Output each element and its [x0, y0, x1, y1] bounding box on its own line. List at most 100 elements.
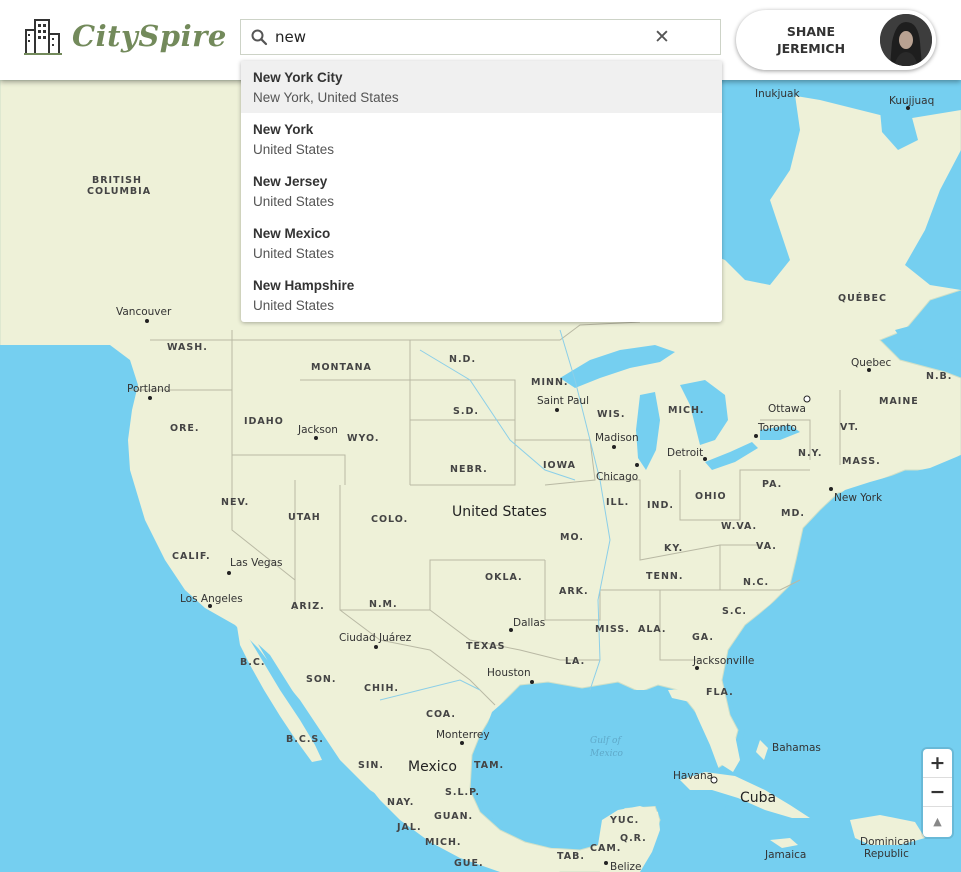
map-label-british-columbia-2: COLUMBIA: [87, 186, 151, 197]
map-label-vancouver: Vancouver: [116, 306, 172, 318]
map-label-bahamas: Bahamas: [772, 742, 821, 754]
suggestion-item[interactable]: New Hampshire United States: [241, 269, 722, 321]
map-label-monterrey: Monterrey: [436, 729, 490, 741]
app-name: CitySpire: [72, 19, 227, 53]
map-label-md: MD.: [781, 508, 805, 519]
suggestion-name: New Hampshire: [253, 278, 355, 293]
city-dot-saint-paul: [555, 408, 559, 412]
map-label-ky: KY.: [664, 543, 683, 554]
map-label-quebec-city: Quebec: [851, 357, 892, 369]
map-label-los-angeles: Los Angeles: [180, 593, 243, 605]
city-dot-portland: [148, 396, 152, 400]
map-label-il: ILL.: [606, 497, 629, 508]
city-dot-madison: [612, 445, 616, 449]
compass-button[interactable]: ▲: [923, 807, 952, 836]
city-dot-jackson: [314, 436, 318, 440]
suggestion-name: New York City: [253, 70, 343, 85]
map-label-wv: W.VA.: [721, 521, 757, 532]
city-dot-new-york: [829, 487, 833, 491]
map-label-gue: GUE.: [454, 858, 484, 869]
map-label-pa: PA.: [762, 479, 782, 490]
map-label-vt: VT.: [840, 422, 859, 433]
map-label-nv: NEV.: [221, 497, 249, 508]
map-label-id: IDAHO: [244, 416, 284, 427]
map-label-ms: MISS.: [595, 624, 630, 635]
user-profile-button[interactable]: SHANE JEREMICH: [736, 10, 936, 70]
map-label-quebec: QUÉBEC: [838, 292, 887, 304]
search-input[interactable]: [275, 26, 665, 48]
map-label-bc-mx: B.C.: [240, 657, 265, 668]
map-label-mich: MICH.: [425, 837, 462, 848]
map-label-dominican-2: Republic: [864, 848, 909, 860]
map-label-cam: CAM.: [590, 843, 621, 854]
map-label-ma: MASS.: [842, 456, 881, 467]
map-label-son: SON.: [306, 674, 336, 685]
map-label-portland: Portland: [127, 383, 171, 395]
map-label-cuba: Cuba: [740, 790, 776, 806]
map-label-al: ALA.: [638, 624, 667, 635]
map-label-qr: Q.R.: [620, 833, 647, 844]
map-label-gulf-2: Mexico: [589, 749, 624, 759]
map-label-british-columbia-1: BRITISH: [92, 175, 142, 186]
map-label-chih: CHIH.: [364, 683, 399, 694]
map-label-ciudad-juarez: Ciudad Juárez: [339, 632, 412, 644]
map-label-nay: NAY.: [387, 797, 414, 808]
city-dot-ottawa: [803, 395, 811, 403]
suggestion-subtitle: United States: [253, 246, 335, 261]
city-dot-detroit: [703, 457, 707, 461]
map-label-wy: WYO.: [347, 433, 380, 444]
map-label-wa: WASH.: [167, 342, 208, 353]
map-label-jacksonville: Jacksonville: [692, 655, 754, 667]
city-dot-vancouver: [145, 319, 149, 323]
avatar[interactable]: [880, 14, 932, 66]
map-label-jal: JAL.: [396, 822, 422, 833]
map-label-madison: Madison: [595, 432, 639, 444]
suggestion-name: New Jersey: [253, 174, 328, 189]
map-label-mo: MO.: [560, 532, 584, 543]
map-label-nc: N.C.: [743, 577, 769, 588]
map-label-chicago: Chicago: [596, 471, 638, 483]
suggestion-name: New York: [253, 122, 314, 137]
app-logo[interactable]: CitySpire: [24, 16, 227, 56]
map-label-nd: N.D.: [449, 354, 476, 365]
map-label-mi: MICH.: [668, 405, 705, 416]
map-label-belize: Belize: [610, 861, 641, 872]
user-name-line2: JEREMICH: [776, 41, 846, 56]
search-bar[interactable]: ✕: [240, 19, 721, 55]
zoom-in-button[interactable]: +: [923, 749, 952, 778]
zoom-out-button[interactable]: −: [923, 778, 952, 807]
suggestion-item[interactable]: New Jersey United States: [241, 165, 722, 217]
city-dot-las-vegas: [227, 571, 231, 575]
map-zoom-controls: + − ▲: [923, 749, 952, 837]
map-label-ne: NEBR.: [450, 464, 488, 475]
map-label-va: VA.: [756, 541, 777, 552]
map-label-la: LA.: [565, 656, 585, 667]
map-label-mn: MINN.: [531, 377, 569, 388]
map-label-dominican-1: Dominican: [860, 836, 916, 848]
map-label-or: ORE.: [170, 423, 200, 434]
suggestion-item[interactable]: New York City New York, United States: [241, 61, 722, 113]
city-dot-toronto: [754, 434, 758, 438]
suggestion-item[interactable]: New Mexico United States: [241, 217, 722, 269]
map-label-sc: S.C.: [722, 606, 747, 617]
map-label-nm: N.M.: [369, 599, 398, 610]
map-label-coa: COA.: [426, 709, 456, 720]
suggestion-subtitle: New York, United States: [253, 90, 399, 105]
map-label-houston: Houston: [487, 667, 531, 679]
map-label-tx: TEXAS: [466, 641, 506, 652]
map-label-saint-paul: Saint Paul: [537, 395, 589, 407]
city-dot-ciudad-juarez: [374, 645, 378, 649]
clear-search-icon[interactable]: ✕: [652, 27, 672, 47]
map-label-slp: S.L.P.: [445, 787, 480, 798]
map-label-dallas: Dallas: [513, 617, 545, 629]
suggestion-item[interactable]: New York United States: [241, 113, 722, 165]
map-label-kuujjuaq: Kuujjuaq: [889, 95, 934, 107]
map-label-co: COLO.: [371, 514, 408, 525]
map-label-jackson: Jackson: [297, 424, 338, 436]
map-label-ga: GA.: [692, 632, 714, 643]
map-label-las-vegas: Las Vegas: [230, 557, 283, 569]
map-label-yuc: YUC.: [609, 815, 639, 826]
map-label-inukjuak: Inukjuak: [755, 88, 800, 100]
map-label-toronto: Toronto: [757, 422, 797, 434]
map-label-gulf-1: Gulf of: [590, 736, 622, 746]
